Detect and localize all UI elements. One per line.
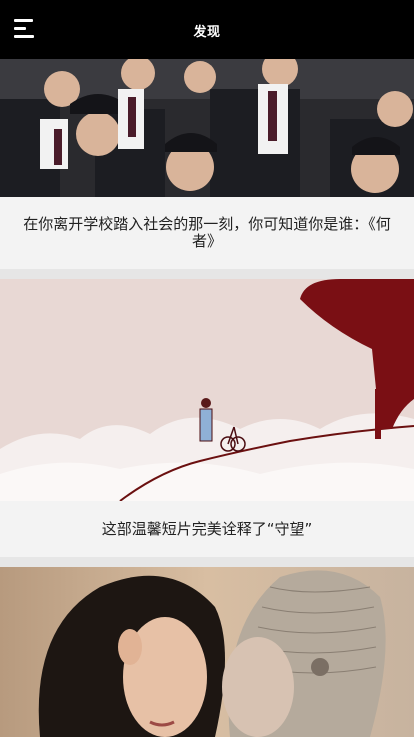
article-thumbnail: [0, 59, 414, 197]
top-bar: 发现: [0, 0, 414, 59]
article-thumbnail: [0, 279, 414, 501]
article-card[interactable]: 这部温馨短片完美诠释了“守望”: [0, 279, 414, 557]
page-title: 发现: [193, 25, 221, 40]
article-card[interactable]: [0, 567, 414, 737]
article-feed: 在你离开学校踏入社会的那一刻，你可知道你是谁：《何者》 这部温馨短片完美诠释了“…: [0, 59, 414, 737]
article-thumbnail: [0, 567, 414, 737]
article-card[interactable]: 在你离开学校踏入社会的那一刻，你可知道你是谁：《何者》: [0, 59, 414, 269]
article-title[interactable]: 这部温馨短片完美诠释了“守望”: [0, 501, 414, 557]
card-divider: [0, 557, 414, 567]
card-divider: [0, 269, 414, 279]
article-title[interactable]: 在你离开学校踏入社会的那一刻，你可知道你是谁：《何者》: [0, 197, 414, 269]
